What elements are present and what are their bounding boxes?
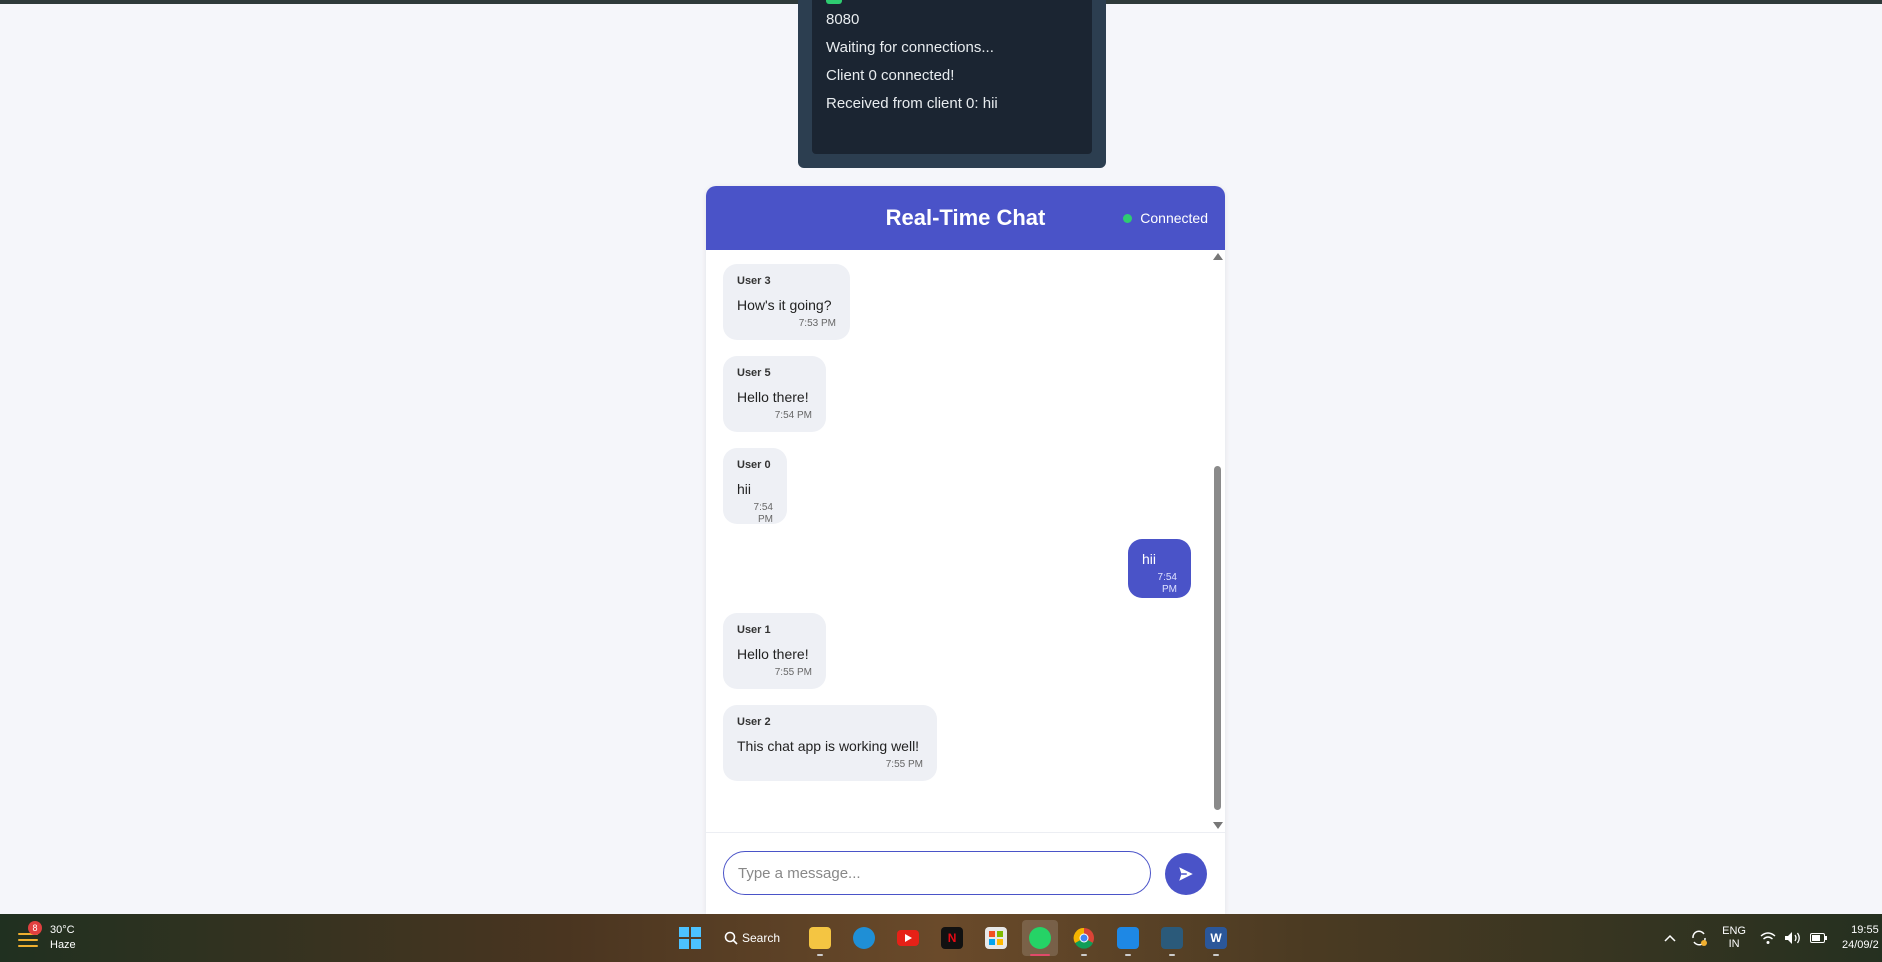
taskbar-app-netflix[interactable]: N [934, 920, 970, 956]
chevron-up-icon [1664, 934, 1676, 942]
file-explorer-icon [809, 927, 832, 949]
taskbar-app-whatsapp[interactable] [1022, 920, 1059, 956]
message-text: How's it going? [737, 297, 832, 313]
clock-date: 24/09/2 [1842, 939, 1879, 951]
status-dot-icon [1123, 213, 1133, 223]
taskbar-app-youtube[interactable] [890, 920, 926, 956]
message-time: 7:54 PM [774, 410, 812, 421]
send-button[interactable] [1165, 853, 1207, 895]
message-time: 7:54 PM [753, 502, 773, 525]
message-text: This chat app is working well! [737, 738, 920, 754]
taskbar-app-edge[interactable] [846, 920, 882, 956]
own-message-bubble: hii 7:54 PM [1128, 539, 1191, 598]
status-label: Connected [1140, 210, 1208, 226]
word-icon: W [1205, 927, 1228, 949]
mysql-workbench-icon [1161, 927, 1184, 949]
message-text: hii [737, 481, 752, 497]
chat-header: Real-Time Chat Connected [706, 186, 1225, 250]
composer [706, 832, 1225, 914]
taskbar-app-chrome[interactable] [1066, 920, 1102, 956]
message-text: Hello there! [737, 646, 809, 662]
message-time: 7:55 PM [885, 759, 923, 770]
message-bubble: User 1 Hello there! 7:55 PM [723, 613, 826, 689]
message-sender: User 1 [737, 624, 771, 636]
clock[interactable]: 19:55 24/09/2 [1842, 923, 1882, 953]
taskbar: 8 30°C Haze Search N W ENG IN 19:55 24/0… [0, 914, 1882, 962]
show-hidden-icons[interactable] [1664, 934, 1676, 942]
language-code: ENG [1722, 925, 1746, 937]
youtube-icon [897, 930, 920, 946]
taskbar-app-mysql-workbench[interactable] [1154, 920, 1190, 956]
message-sender: User 3 [737, 275, 771, 287]
message-text: Hello there! [737, 389, 809, 405]
language-indicator[interactable]: ENG IN [1722, 925, 1746, 951]
sync-tray-item[interactable] [1690, 929, 1708, 947]
console-output: 8080 Waiting for connections... Client 0… [812, 0, 1092, 154]
message-sender: User 0 [737, 459, 771, 471]
netflix-icon: N [941, 927, 964, 949]
sync-icon [1692, 930, 1708, 946]
taskbar-app-vscode[interactable] [1110, 920, 1146, 956]
weather-condition: Haze [50, 939, 76, 951]
send-icon [1179, 867, 1193, 881]
message-time: 7:55 PM [774, 667, 812, 678]
edge-icon [853, 927, 876, 949]
chat-window: Real-Time Chat Connected User 3 How's it… [706, 186, 1225, 914]
taskbar-app-store[interactable] [978, 920, 1014, 956]
system-tray: ENG IN 19:55 24/09/2 [1664, 922, 1882, 954]
message-sender: User 5 [737, 367, 771, 379]
search-icon [724, 931, 738, 945]
message-list[interactable]: User 3 How's it going? 7:53 PM User 5 He… [706, 250, 1225, 832]
message-bubble: User 3 How's it going? 7:53 PM [723, 264, 850, 340]
message-bubble: User 0 hii 7:54 PM [723, 448, 787, 525]
weather-widget[interactable]: 8 30°C Haze [16, 921, 76, 954]
volume-icon [1785, 932, 1800, 944]
taskbar-app-file-explorer[interactable] [802, 920, 838, 956]
scroll-down-arrow-icon[interactable] [1213, 822, 1223, 829]
whatsapp-icon [1029, 927, 1052, 949]
message-scrollbar[interactable] [1211, 250, 1223, 832]
taskbar-apps: Search N W [672, 920, 1242, 956]
message-time: 7:53 PM [798, 318, 836, 329]
scroll-up-arrow-icon[interactable] [1213, 253, 1223, 260]
search-label: Search [742, 931, 781, 945]
vscode-icon [1117, 927, 1140, 949]
start-button[interactable] [672, 920, 708, 956]
console-line: 8080 [826, 11, 860, 28]
ms-store-icon [985, 927, 1008, 949]
message-input[interactable] [723, 851, 1151, 895]
chrome-icon [1073, 927, 1095, 949]
windows-icon [679, 927, 701, 949]
network-volume-battery[interactable] [1760, 931, 1828, 945]
region-code: IN [1728, 938, 1740, 950]
weather-temp: 30°C [50, 924, 75, 936]
console-line: Waiting for connections... [826, 39, 994, 56]
connection-status: Connected [1123, 210, 1208, 226]
battery-icon [1810, 933, 1827, 943]
message-sender: User 2 [737, 716, 771, 728]
taskbar-search[interactable]: Search [716, 920, 794, 956]
weather-badge: 8 [28, 921, 42, 935]
scrollbar-thumb[interactable] [1214, 466, 1221, 810]
console-line: Received from client 0: hii [826, 95, 998, 112]
console-line: Client 0 connected! [826, 67, 955, 84]
taskbar-app-word[interactable]: W [1198, 920, 1234, 956]
clock-time: 19:55 [1851, 924, 1879, 936]
message-bubble: User 5 Hello there! 7:54 PM [723, 356, 826, 432]
haze-icon: 8 [16, 921, 42, 951]
console-status-glyph [826, 0, 842, 4]
message-time: 7:54 PM [1157, 572, 1177, 595]
message-bubble: User 2 This chat app is working well! 7:… [723, 705, 937, 781]
wifi-icon [1760, 932, 1776, 944]
message-text: hii [1142, 551, 1157, 567]
server-console: 8080 Waiting for connections... Client 0… [798, 0, 1106, 168]
